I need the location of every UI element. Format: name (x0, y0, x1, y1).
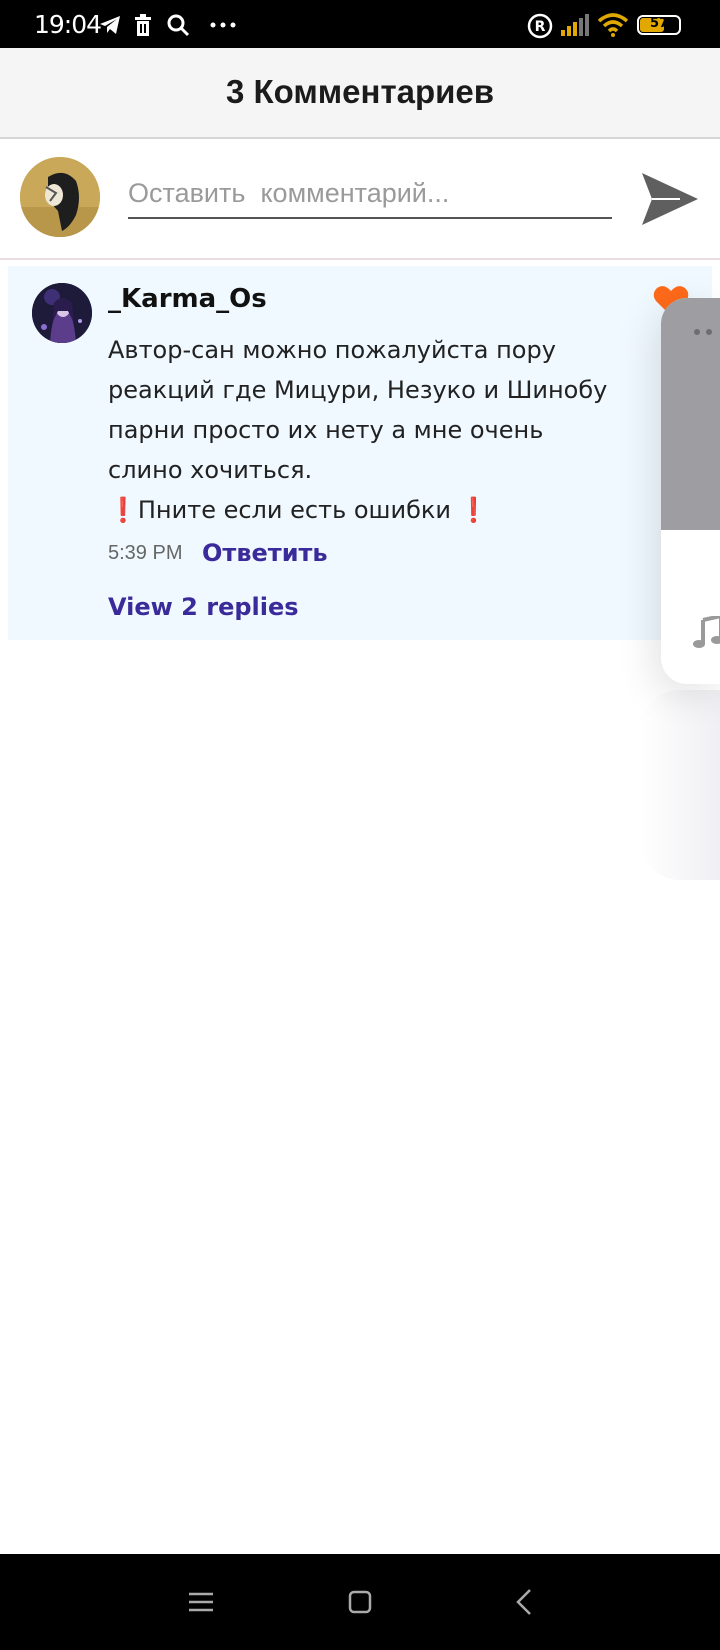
telegram-icon (100, 16, 120, 34)
dots-icon[interactable] (693, 328, 717, 336)
side-widget-top (661, 298, 720, 530)
status-bar: 19:04 R 57 (0, 0, 720, 48)
page-title: 3 Комментариев (225, 73, 495, 110)
trash-icon (135, 14, 151, 36)
signal-icon (561, 14, 589, 36)
comments-header: 3 Комментариев (0, 48, 720, 139)
avatar-image (20, 157, 100, 237)
my-avatar[interactable] (20, 157, 100, 237)
comment-composer (0, 139, 720, 260)
avatar-image (32, 283, 92, 343)
battery-text: 57 (649, 16, 669, 31)
search-icon (167, 14, 190, 37)
comment-item: _Karma_Os Автор-сан можно пожалуйста пор… (8, 266, 712, 640)
wifi-icon (597, 13, 629, 37)
svg-text:R: R (535, 19, 546, 35)
system-nav-bar (0, 1554, 720, 1650)
registered-icon: R (527, 13, 553, 39)
status-time: 19:04 (34, 10, 102, 39)
comment-author-avatar[interactable] (32, 283, 92, 343)
comment-author[interactable]: _Karma_Os (108, 284, 267, 314)
reply-button[interactable]: Ответить (202, 539, 328, 567)
comment-input[interactable] (128, 169, 612, 219)
send-icon[interactable] (640, 171, 700, 227)
back-icon[interactable] (508, 1586, 544, 1618)
home-icon[interactable] (342, 1586, 378, 1618)
more-icon (210, 22, 236, 28)
battery-icon: 57 (637, 15, 681, 35)
floating-side-widget[interactable] (661, 298, 720, 684)
side-widget-shadow (640, 690, 720, 880)
comment-time: 5:39 PM (108, 542, 183, 564)
comment-text: Автор-сан можно пожалуйста пору реакций … (108, 336, 608, 524)
menu-icon[interactable] (183, 1586, 219, 1618)
music-icon[interactable] (693, 616, 720, 648)
view-replies-link[interactable]: View 2 replies (108, 593, 299, 621)
